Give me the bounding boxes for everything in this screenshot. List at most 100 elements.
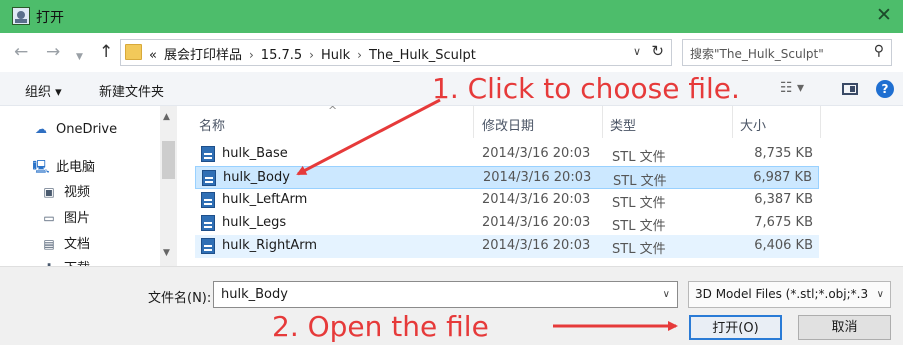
column-header-name[interactable]: 名称 — [199, 115, 225, 134]
chevron-down-icon[interactable]: ∨ — [663, 289, 670, 300]
window-title: 打开 — [36, 10, 64, 26]
filename-field[interactable]: hulk_Body ∨ — [213, 281, 678, 308]
stl-file-icon — [201, 238, 215, 254]
address-bar[interactable]: « 展会打印样品 › 15.7.5 › Hulk › The_Hulk_Sculpt ∨ ↻ — [120, 39, 672, 66]
navigation-pane: ☁ OneDrive 🖳 此电脑 ▣ 视频 ▭ 图片 ▤ 文档 ⬇下载 ▲ ▼ — [0, 106, 178, 266]
breadcrumb-segment[interactable]: Hulk — [321, 48, 350, 63]
file-type: STL 文件 — [612, 196, 666, 211]
column-header-size[interactable]: 大小 — [740, 115, 766, 134]
search-icon[interactable]: ⚲ — [874, 43, 884, 59]
file-name: hulk_LeftArm — [222, 192, 308, 207]
sidebar-item-this-pc[interactable]: 🖳 此电脑 — [32, 156, 95, 180]
column-header-type[interactable]: 类型 — [610, 115, 636, 134]
file-date: 2014/3/16 20:03 — [482, 146, 591, 161]
file-type-filter-select[interactable]: 3D Model Files (*.stl;*.obj;*.3 ∨ — [688, 281, 891, 308]
scroll-down-icon[interactable]: ▼ — [163, 248, 170, 258]
sidebar-item-downloads[interactable]: ⬇下载 — [40, 257, 90, 266]
close-icon[interactable]: ✕ — [873, 4, 895, 26]
title-bar: 打开 ✕ — [0, 0, 903, 33]
recent-locations-chevron-icon[interactable]: ▼ — [76, 47, 83, 67]
file-date: 2014/3/16 20:03 — [482, 238, 591, 253]
file-row[interactable]: hulk_LeftArm 2014/3/16 20:03 STL 文件 6,38… — [195, 189, 819, 212]
file-size: 6,987 KB — [753, 170, 812, 185]
file-name: hulk_Body — [223, 170, 290, 185]
file-size: 7,675 KB — [754, 215, 813, 230]
search-placeholder: 搜索"The_Hulk_Sculpt" — [690, 47, 824, 61]
file-size: 8,735 KB — [754, 146, 813, 161]
stl-file-icon — [201, 192, 215, 208]
sidebar-item-pictures[interactable]: ▭ 图片 — [40, 207, 90, 226]
column-divider[interactable] — [820, 106, 821, 138]
back-arrow-icon[interactable]: ← — [14, 42, 28, 62]
open-button[interactable]: 打开(O) — [689, 315, 782, 340]
file-size: 6,406 KB — [754, 238, 813, 253]
breadcrumb-segment[interactable]: 15.7.5 — [261, 48, 302, 63]
column-divider[interactable] — [602, 106, 603, 138]
file-date: 2014/3/16 20:03 — [483, 170, 592, 185]
address-bar-row: ← → ▼ ↑ « 展会打印样品 › 15.7.5 › Hulk › The_Hulk_Scu… — [0, 33, 903, 72]
computer-icon: 🖳 — [32, 160, 50, 175]
dialog-app-icon — [12, 7, 30, 25]
sidebar-item-documents[interactable]: ▤ 文档 — [40, 233, 90, 252]
scrollbar-thumb[interactable] — [162, 141, 175, 179]
organize-menu-button[interactable]: 组织 ▾ — [25, 81, 62, 100]
breadcrumb-separator[interactable]: › — [249, 48, 254, 62]
video-icon: ▣ — [43, 185, 55, 199]
file-row-selected[interactable]: hulk_Body 2014/3/16 20:03 STL 文件 6,987 K… — [195, 166, 819, 189]
filter-value: 3D Model Files (*.stl;*.obj;*.3 — [695, 287, 869, 301]
stl-file-icon — [201, 146, 215, 162]
file-type: STL 文件 — [612, 242, 666, 257]
cloud-icon: ☁ — [35, 122, 47, 136]
chevron-down-icon[interactable]: ∨ — [633, 45, 641, 58]
new-folder-button[interactable]: 新建文件夹 — [99, 81, 164, 100]
sidebar-item-label: 视频 — [64, 185, 91, 200]
sidebar-item-label: OneDrive — [56, 122, 118, 137]
forward-arrow-icon[interactable]: → — [46, 42, 60, 62]
cancel-button[interactable]: 取消 — [798, 315, 891, 340]
breadcrumb-separator[interactable]: « — [149, 48, 157, 63]
documents-icon: ▤ — [43, 237, 55, 251]
stl-file-icon — [202, 170, 216, 186]
annotation-step-1: 1. Click to choose file. — [432, 72, 740, 105]
file-size: 6,387 KB — [754, 192, 813, 207]
file-type: STL 文件 — [612, 219, 666, 234]
sort-ascending-icon: ^ — [328, 104, 338, 117]
sidebar-item-label: 文档 — [64, 237, 91, 252]
filename-value: hulk_Body — [221, 287, 288, 302]
refresh-icon[interactable]: ↻ — [651, 42, 664, 60]
filename-label: 文件名(N): — [148, 291, 212, 306]
file-type: STL 文件 — [612, 150, 666, 165]
search-input[interactable]: 搜索"The_Hulk_Sculpt" ⚲ — [682, 39, 892, 66]
scroll-up-icon[interactable]: ▲ — [163, 112, 170, 122]
file-name: hulk_Base — [222, 146, 288, 161]
file-row[interactable]: hulk_Legs 2014/3/16 20:03 STL 文件 7,675 K… — [195, 212, 819, 235]
preview-pane-icon[interactable] — [842, 83, 858, 95]
file-row-hover[interactable]: hulk_RightArm 2014/3/16 20:03 STL 文件 6,4… — [195, 235, 819, 258]
up-arrow-icon[interactable]: ↑ — [99, 42, 113, 62]
pictures-icon: ▭ — [43, 211, 55, 225]
change-view-icon[interactable]: ☷ ▾ — [780, 80, 804, 96]
column-header-date[interactable]: 修改日期 — [482, 115, 534, 134]
file-row[interactable]: hulk_Base 2014/3/16 20:03 STL 文件 8,735 K… — [195, 143, 819, 166]
file-date: 2014/3/16 20:03 — [482, 192, 591, 207]
file-date: 2014/3/16 20:03 — [482, 215, 591, 230]
sidebar-scrollbar[interactable]: ▲ ▼ — [160, 106, 177, 266]
sidebar-item-onedrive[interactable]: ☁ OneDrive — [32, 122, 117, 137]
sidebar-item-label: 此电脑 — [56, 160, 96, 175]
chevron-down-icon[interactable]: ∨ — [877, 289, 884, 300]
sidebar-item-label: 图片 — [64, 211, 91, 226]
annotation-step-2: 2. Open the file — [272, 310, 489, 343]
column-divider[interactable] — [732, 106, 733, 138]
breadcrumb-separator[interactable]: › — [357, 48, 362, 62]
breadcrumb-segment[interactable]: 展会打印样品 — [164, 48, 242, 63]
file-name: hulk_Legs — [222, 215, 287, 230]
breadcrumb[interactable]: « 展会打印样品 › 15.7.5 › Hulk › The_Hulk_Sculpt — [149, 44, 483, 63]
breadcrumb-separator[interactable]: › — [309, 48, 314, 62]
file-name: hulk_RightArm — [222, 238, 318, 253]
help-icon[interactable]: ? — [876, 80, 894, 98]
sidebar-item-videos[interactable]: ▣ 视频 — [40, 181, 90, 200]
file-list: ^ 名称 修改日期 类型 大小 hulk_Base 2014/3/16 20:0… — [178, 104, 903, 266]
breadcrumb-segment[interactable]: The_Hulk_Sculpt — [369, 48, 476, 63]
column-divider[interactable] — [473, 106, 474, 138]
folder-icon — [125, 44, 142, 60]
